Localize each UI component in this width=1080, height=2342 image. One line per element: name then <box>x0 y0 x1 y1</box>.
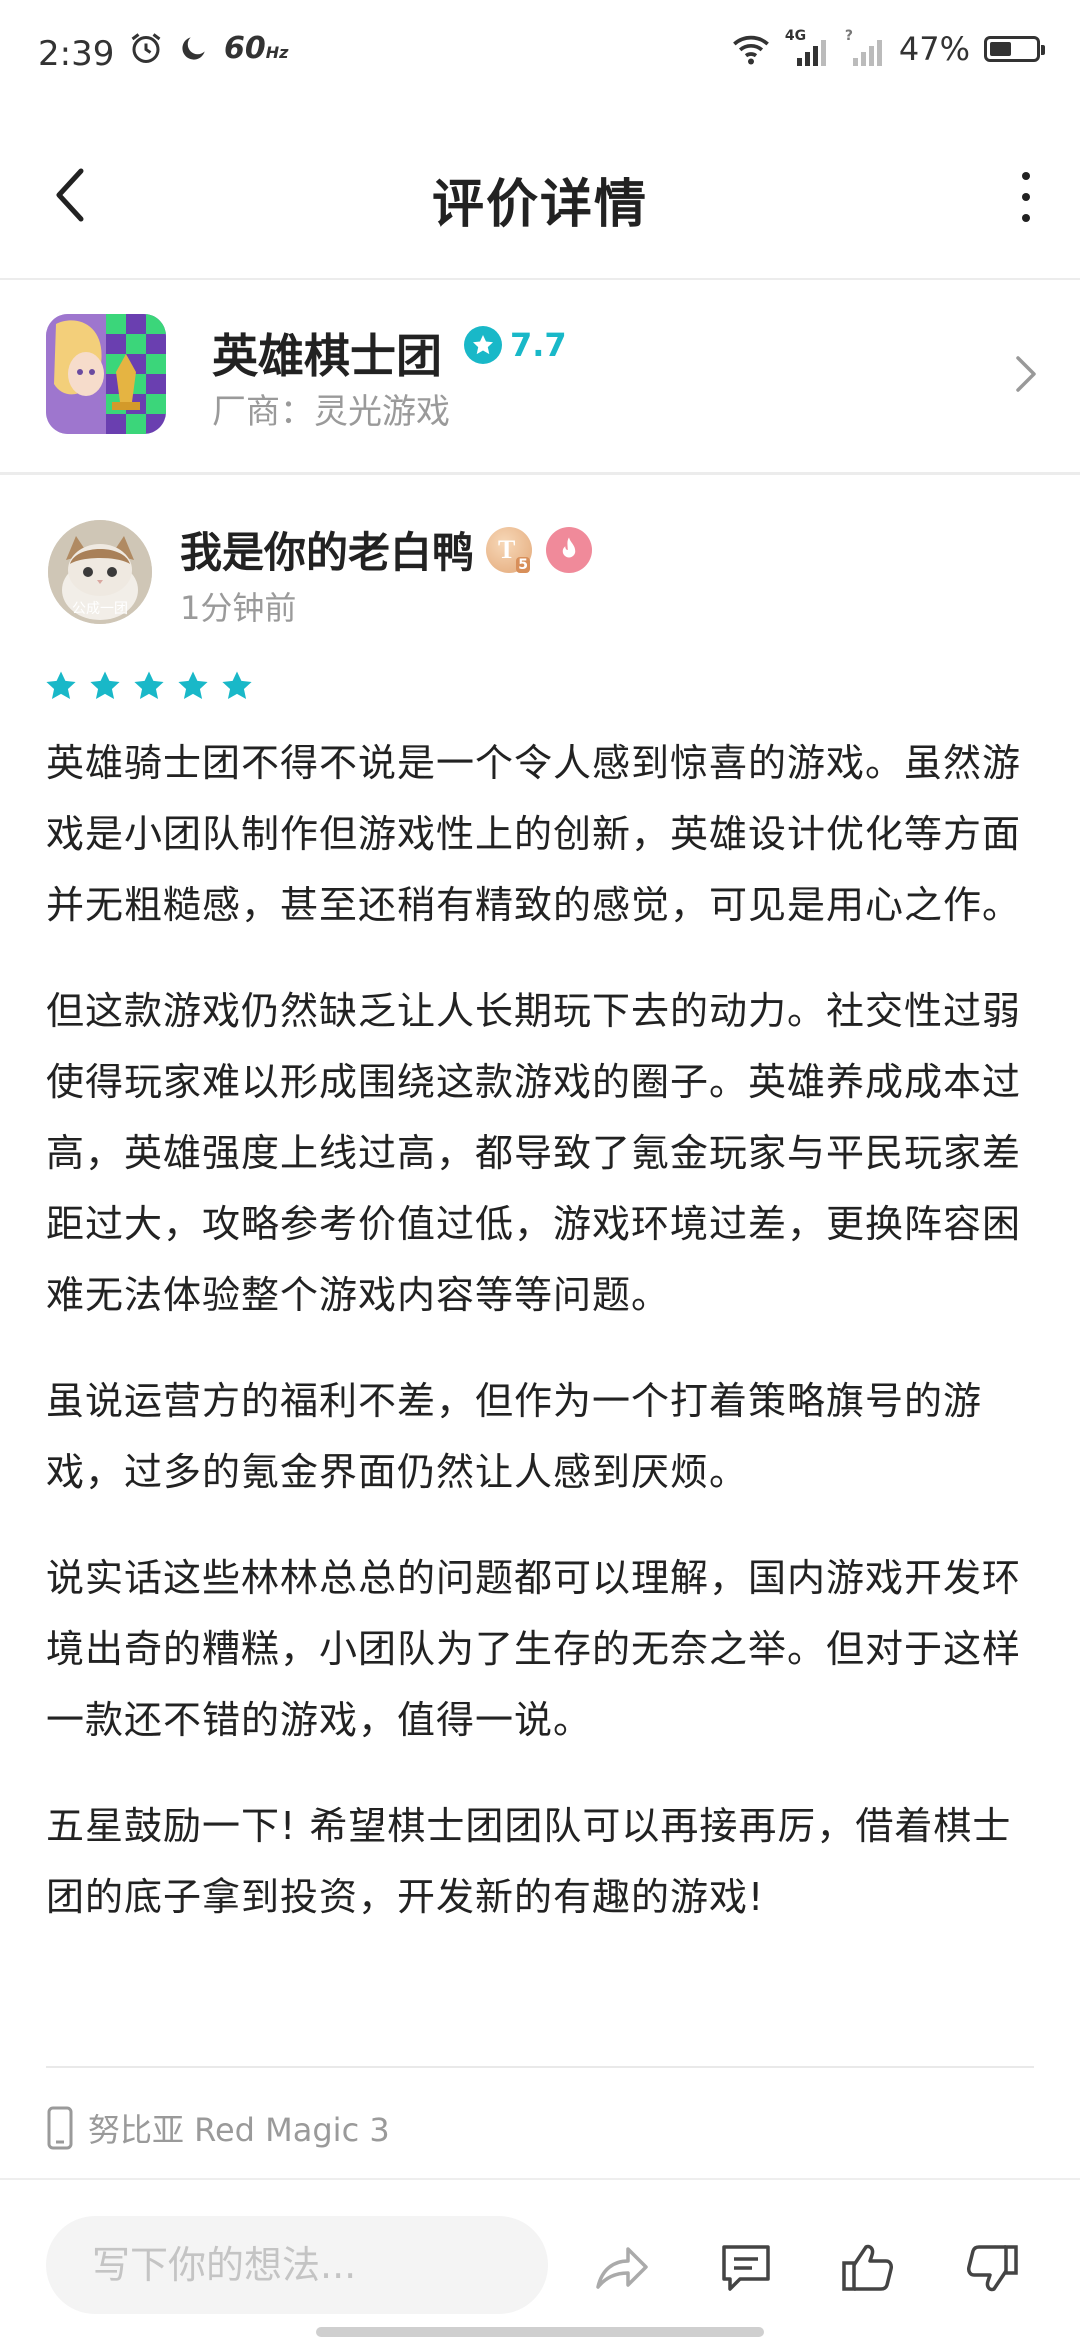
page-title: 评价详情 <box>431 175 648 235</box>
like-button[interactable] <box>838 2238 898 2298</box>
game-rating: 7.7 <box>464 326 567 364</box>
phone-icon <box>47 2106 73 2150</box>
level-badge: T 5 <box>486 527 532 573</box>
rating-value: 7.7 <box>510 326 567 364</box>
refresh-rate: 60Hz <box>224 30 289 66</box>
review-time: 1分钟前 <box>180 589 297 627</box>
comment-button[interactable] <box>716 2238 776 2298</box>
review-paragraph: 但这款游戏仍然缺乏让人长期玩下去的动力。社交性过弱使得玩家难以形成围绕这款游戏的… <box>46 989 1022 1317</box>
signal-icon <box>796 40 826 66</box>
status-right-icons: 4G ? 47% <box>731 28 1045 68</box>
more-vertical-icon[interactable] <box>1016 172 1036 222</box>
share-button[interactable] <box>592 2238 652 2298</box>
game-card[interactable]: 英雄棋士团 7.7 厂商：灵光游戏 <box>0 280 1080 475</box>
review-paragraph: 五星鼓励一下! 希望棋士团团队可以再接再厉，借着棋士团的底子拿到投资，开发新的有… <box>46 1804 1012 1919</box>
signal-no-sim: ? <box>845 28 885 66</box>
star-icon <box>90 671 120 700</box>
signal-empty-icon <box>852 40 882 66</box>
star-rating <box>44 669 254 703</box>
avatar-caption: 公成一团 <box>72 601 128 617</box>
game-app-icon <box>46 314 166 434</box>
comment-icon <box>722 2245 770 2291</box>
dislike-button[interactable] <box>962 2238 1022 2298</box>
moon-icon <box>182 37 205 60</box>
review-username[interactable]: 我是你的老白鸭 <box>180 519 474 580</box>
battery-percent: 47% <box>898 30 970 68</box>
avatar[interactable]: 公成一团 <box>48 520 152 624</box>
star-icon <box>134 671 164 700</box>
bottom-bar <box>0 2178 1080 2342</box>
rating-star-icon <box>464 326 502 364</box>
home-indicator[interactable] <box>316 2327 764 2337</box>
battery-icon <box>984 36 1045 62</box>
chevron-right-icon <box>1016 356 1036 392</box>
device-name: 努比亚 Red Magic 3 <box>88 2111 390 2149</box>
device-info: 努比亚 Red Magic 3 <box>46 2066 1034 2188</box>
thumbs-down-icon <box>967 2245 1018 2292</box>
star-icon <box>46 671 76 700</box>
star-icon <box>222 671 252 700</box>
status-time: 2:39 <box>38 34 115 74</box>
review-body: 英雄骑士团不得不说是一个令人感到惊喜的游戏。虽然游戏是小团队制作但游戏性上的创新… <box>46 728 1036 1968</box>
thumbs-up-icon <box>842 2244 893 2291</box>
review-paragraph: 说实话这些林林总总的问题都可以理解，国内游戏开发环境出奇的糟糕，小团队为了生存的… <box>46 1556 1022 1742</box>
top-bar: 评价详情 <box>0 110 1080 280</box>
status-bar: 2:39 60Hz 4G ? 47% <box>0 0 1080 110</box>
review-paragraph: 英雄骑士团不得不说是一个令人感到惊喜的游戏。虽然游戏是小团队制作但游戏性上的创新… <box>46 741 1022 927</box>
game-name: 英雄棋士团 <box>212 329 442 383</box>
alarm-icon <box>131 33 161 63</box>
game-vendor: 厂商：灵光游戏 <box>212 392 450 432</box>
wifi-icon <box>732 35 769 65</box>
share-icon <box>596 2247 648 2289</box>
star-icon <box>178 671 208 700</box>
comment-input[interactable] <box>46 2216 548 2314</box>
signal-4g: 4G <box>785 28 831 66</box>
review-paragraph: 虽说运营方的福利不差，但作为一个打着策略旗号的游戏，过多的氪金界面仍然让人感到厌… <box>46 1379 983 1494</box>
status-left-icons: 60Hz <box>128 30 288 66</box>
fire-icon <box>546 527 592 573</box>
